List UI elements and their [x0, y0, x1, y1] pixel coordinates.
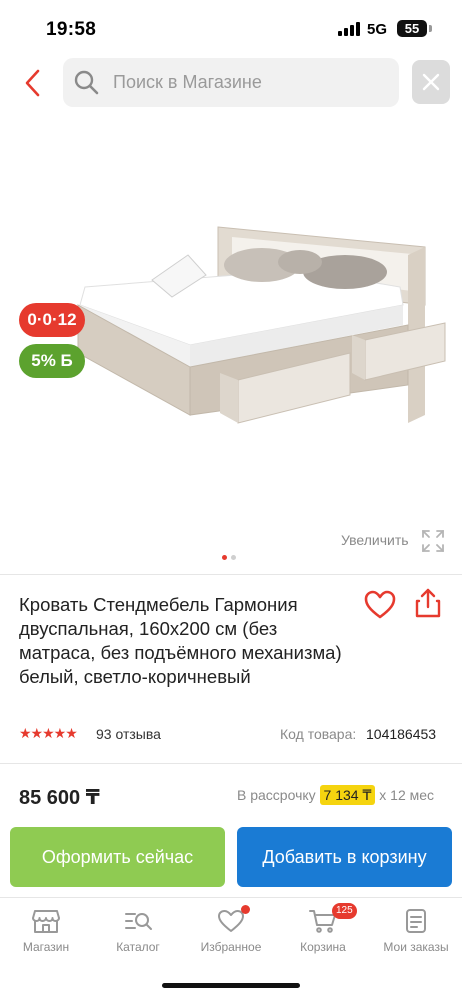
- nav-label-orders: Мои заказы: [383, 940, 449, 954]
- cart-count-badge: 125: [332, 903, 357, 919]
- search-header: Поиск в Магазине: [0, 58, 462, 108]
- nav-item-shop[interactable]: Магазин: [0, 898, 92, 968]
- nav-label-cart: Корзина: [300, 940, 346, 954]
- nav-item-favorites[interactable]: Избранное: [185, 898, 277, 968]
- share-icon[interactable]: [414, 587, 442, 619]
- installment-prefix: В рассрочку: [237, 787, 316, 803]
- battery-icon: 55: [397, 20, 427, 37]
- zoom-label[interactable]: Увеличить: [341, 532, 409, 548]
- search-icon: [74, 70, 99, 95]
- shop-icon: [32, 910, 60, 933]
- network-type: 5G: [367, 21, 388, 38]
- installment-suffix: x 12 мес: [379, 787, 435, 803]
- nav-label-shop: Магазин: [22, 940, 70, 954]
- nav-label-favorites: Избранное: [200, 940, 262, 954]
- product-title: Кровать Стендмебель Гармония двуспальная…: [19, 594, 342, 687]
- status-bar: 19:58 5G 55: [0, 0, 462, 52]
- pagination-dot: [231, 555, 236, 560]
- nav-item-catalog[interactable]: Каталог: [92, 898, 184, 968]
- installment-promo-badge[interactable]: 0·0·12: [19, 303, 85, 337]
- installment-info[interactable]: В рассрочку 7 134 ₸ x 12 мес: [237, 785, 435, 805]
- product-image[interactable]: [0, 115, 462, 565]
- nav-item-cart[interactable]: 125 Корзина: [277, 898, 369, 968]
- image-pagination: [222, 547, 240, 565]
- orders-icon: [406, 909, 426, 933]
- bonus-badge[interactable]: 5% Б: [19, 344, 85, 378]
- divider: [0, 763, 462, 764]
- expand-icon[interactable]: [421, 529, 445, 553]
- product-code-label: Код товара:: [280, 726, 357, 742]
- close-search-button[interactable]: [412, 60, 450, 104]
- close-icon: [422, 73, 440, 91]
- nav-label-catalog: Каталог: [116, 940, 160, 954]
- back-arrow-icon[interactable]: [20, 66, 48, 100]
- add-to-cart-button[interactable]: Добавить в корзину: [237, 827, 452, 887]
- heart-icon[interactable]: [364, 590, 396, 620]
- favorites-notification-dot: [241, 905, 250, 914]
- status-time: 19:58: [46, 19, 97, 40]
- rating-stars[interactable]: ★★★★★: [19, 725, 78, 742]
- catalog-search-icon: [125, 913, 152, 930]
- product-price: 85 600 ₸: [19, 787, 100, 809]
- pagination-dot-active: [222, 555, 227, 560]
- signal-icon: [338, 22, 360, 36]
- search-placeholder: Поиск в Магазине: [113, 72, 262, 92]
- rating-row: ★★★★★ 93 отзыва Код товара: 104186453: [19, 725, 443, 745]
- search-input[interactable]: Поиск в Магазине: [63, 58, 399, 107]
- home-indicator: [162, 983, 300, 988]
- nav-item-orders[interactable]: Мои заказы: [370, 898, 462, 968]
- checkout-now-button[interactable]: Оформить сейчас: [10, 827, 225, 887]
- product-code-value: 104186453: [366, 726, 437, 742]
- battery-cap: [429, 25, 432, 32]
- reviews-count[interactable]: 93 отзыва: [96, 726, 161, 742]
- divider: [0, 574, 462, 575]
- installment-amount: 7 134 ₸: [319, 785, 376, 805]
